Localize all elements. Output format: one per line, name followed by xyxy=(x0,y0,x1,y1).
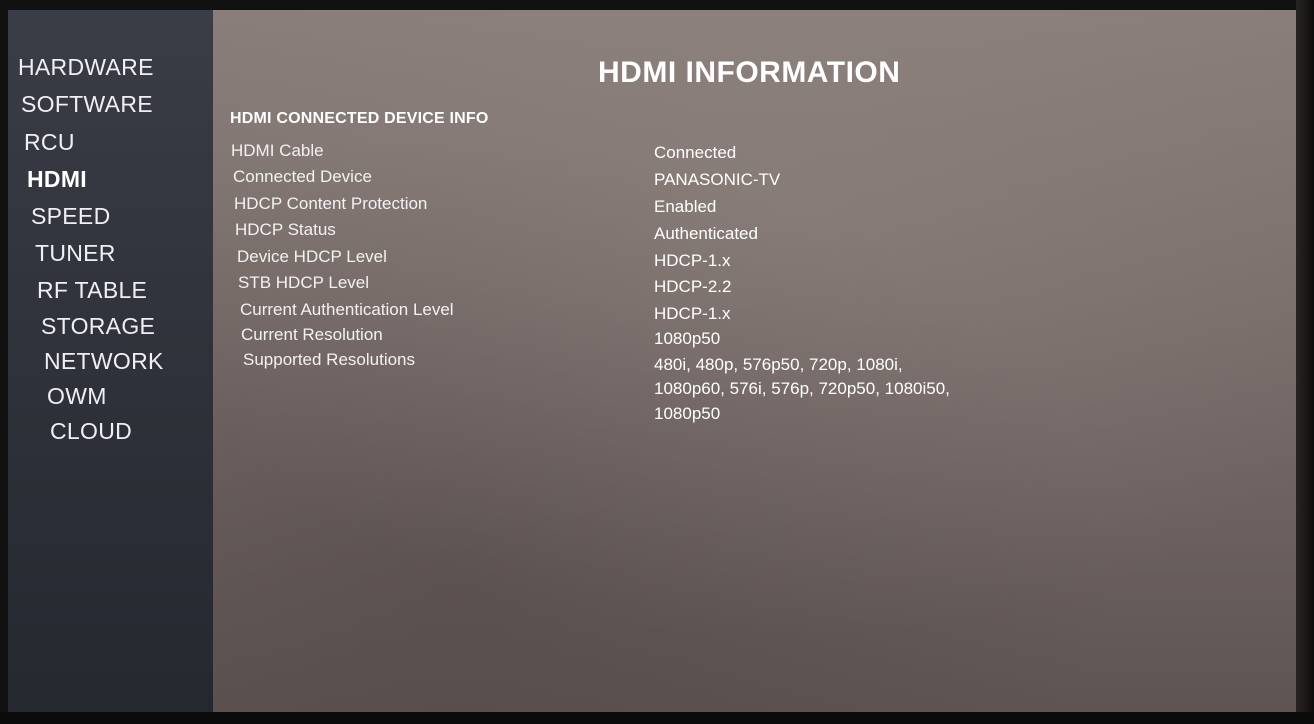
sidebar-menu: HARDWARE SOFTWARE RCU HDMI SPEED TUNER R… xyxy=(8,10,213,714)
sidebar-item-owm[interactable]: OWM xyxy=(47,383,107,410)
info-value-stb-hdcp-level: HDCP-2.2 xyxy=(654,277,732,296)
info-label-stb-hdcp-level: STB HDCP Level xyxy=(238,273,370,292)
info-label-hdmi-cable: HDMI Cable xyxy=(231,141,324,160)
info-label-current-authentication-level: Current Authentication Level xyxy=(240,300,454,319)
info-value-supported-resolutions-line-1: 480i, 480p, 576p50, 720p, 1080i, xyxy=(654,355,903,374)
info-label-device-hdcp-level: Device HDCP Level xyxy=(237,247,387,266)
sidebar-item-storage[interactable]: STORAGE xyxy=(41,313,155,340)
info-value-hdmi-cable: Connected xyxy=(654,143,737,162)
sidebar-item-hdmi[interactable]: HDMI xyxy=(27,166,87,193)
tv-bezel-right xyxy=(1296,0,1314,724)
info-value-device-hdcp-level: HDCP-1.x xyxy=(654,251,731,270)
info-value-supported-resolutions-line-3: 1080p50 xyxy=(654,404,721,423)
info-value-connected-device: PANASONIC-TV xyxy=(654,170,781,189)
sidebar-item-software[interactable]: SOFTWARE xyxy=(21,91,153,118)
section-title: HDMI CONNECTED DEVICE INFO xyxy=(230,110,489,127)
tv-screen: HARDWARE SOFTWARE RCU HDMI SPEED TUNER R… xyxy=(8,10,1298,714)
info-value-current-resolution: 1080p50 xyxy=(654,329,721,348)
info-label-hdcp-content-protection: HDCP Content Protection xyxy=(234,194,428,213)
info-value-current-authentication-level: HDCP-1.x xyxy=(654,304,731,323)
info-label-supported-resolutions: Supported Resolutions xyxy=(243,350,416,369)
sidebar-item-tuner[interactable]: TUNER xyxy=(35,240,116,267)
info-value-hdcp-status: Authenticated xyxy=(654,224,758,243)
info-value-hdcp-content-protection: Enabled xyxy=(654,197,717,216)
sidebar-item-speed[interactable]: SPEED xyxy=(31,203,110,230)
sidebar-item-cloud[interactable]: CLOUD xyxy=(50,418,132,445)
page-title: HDMI INFORMATION xyxy=(598,56,901,89)
tv-bezel-bottom xyxy=(0,712,1314,724)
sidebar-item-hardware[interactable]: HARDWARE xyxy=(18,54,154,81)
info-label-connected-device: Connected Device xyxy=(233,167,372,186)
info-label-hdcp-status: HDCP Status xyxy=(235,220,336,239)
info-value-supported-resolutions-line-2: 1080p60, 576i, 576p, 720p50, 1080i50, xyxy=(654,379,950,398)
sidebar-item-rcu[interactable]: RCU xyxy=(24,129,75,156)
sidebar-item-network[interactable]: NETWORK xyxy=(44,348,164,375)
sidebar-item-rf-table[interactable]: RF TABLE xyxy=(37,277,147,304)
info-label-current-resolution: Current Resolution xyxy=(241,325,383,344)
